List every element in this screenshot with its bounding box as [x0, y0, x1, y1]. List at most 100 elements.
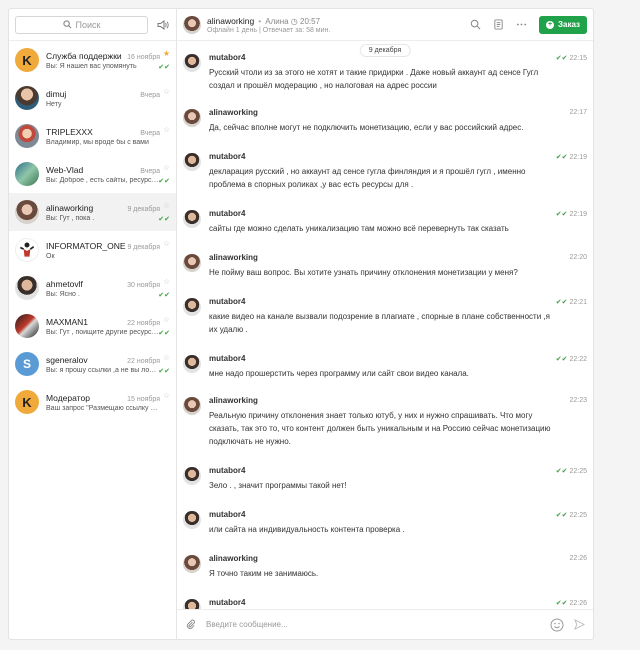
search-input[interactable]: Поиск [15, 15, 148, 34]
message-timestamp: 22:25 [569, 512, 587, 519]
message-author: alinaworking [209, 108, 258, 117]
message-author: mutabor4 [209, 53, 246, 62]
message-item: alinaworking Реальную причину отклонения … [177, 392, 593, 448]
search-icon[interactable] [470, 19, 481, 30]
contact-date: Вчера [140, 167, 160, 175]
message-timestamp: 22:17 [569, 109, 587, 116]
contact-item[interactable]: K Служба поддержки 16 ноября Вы: Я нашел в… [9, 41, 176, 79]
star-icon[interactable]: ☆ [163, 277, 170, 286]
star-icon[interactable]: ☆ [163, 239, 170, 248]
contact-date: Вчера [140, 129, 160, 137]
star-icon[interactable]: ☆ [163, 353, 170, 362]
contact-item[interactable]: K Модератор 15 ноября Ваш запрос "Размещаю… [9, 383, 176, 421]
chat-partner-info: alinaworking • Алина ◷ 20:57 Офлайн 1 день… [207, 15, 331, 34]
contact-name: MAXMAN1 [46, 316, 89, 327]
message-timestamp: 22:23 [569, 397, 587, 404]
contact-item[interactable]: TRIPLEXXX Вчера Владимир, мы вроде бы с ва… [9, 117, 176, 155]
send-icon[interactable] [574, 619, 585, 630]
avatar: S [15, 352, 39, 376]
contact-name: Модератор [46, 392, 90, 403]
contact-preview: Ок [46, 252, 55, 260]
contact-date: 30 ноября [127, 281, 160, 289]
contact-preview: Нету [46, 100, 62, 108]
message-author: mutabor4 [209, 209, 246, 218]
contact-item[interactable]: dimuj Вчера Нету ☆ [9, 79, 176, 117]
notes-icon[interactable] [493, 19, 504, 30]
message-author: alinaworking [209, 554, 258, 563]
message-text: мне надо прошерстить через программу или… [209, 369, 469, 378]
contact-name: Служба поддержки [46, 50, 122, 61]
message-time: ✔✔ 22:22 [556, 355, 587, 363]
star-icon[interactable]: ☆ [163, 315, 170, 324]
avatar [183, 355, 201, 373]
avatar [183, 254, 201, 272]
contact-item[interactable]: INFORMATOR_ONE 9 декабря Ок ☆ [9, 231, 176, 269]
partner-alias: Алина [265, 16, 289, 26]
contact-date: 9 декабря [127, 205, 160, 213]
order-button[interactable]: + Заказ [539, 15, 587, 34]
double-check-icon: ✔✔ [555, 211, 568, 218]
star-icon[interactable]: ☆ [163, 125, 170, 134]
contact-item[interactable]: S sgeneralov 22 ноября Вы: я прошу ссылки … [9, 345, 176, 383]
star-icon[interactable]: ☆ [163, 163, 170, 172]
double-check-icon: ✔✔ [555, 512, 568, 519]
avatar [183, 153, 201, 171]
header-actions: + Заказ [470, 15, 587, 34]
attach-icon[interactable] [185, 619, 196, 630]
double-check-icon: ✔✔ [555, 299, 568, 306]
sound-toggle-icon[interactable] [157, 19, 169, 31]
search-placeholder: Поиск [75, 19, 101, 30]
avatar[interactable] [183, 15, 201, 34]
message-item: mutabor4 декларация русский , но аккаунт … [177, 148, 593, 191]
contact-name: Web-Vlad [46, 164, 84, 175]
message-text: Я точно таким не занимаюсь. [209, 569, 319, 578]
avatar [183, 555, 201, 573]
avatar [183, 511, 201, 529]
double-check-icon: ✔✔ [555, 356, 568, 363]
star-icon[interactable]: ☆ [163, 391, 170, 400]
contact-preview: Вы: Гут , поищите другие ресурс… [46, 328, 159, 336]
star-icon[interactable]: ☆ [163, 201, 170, 210]
message-timestamp: 22:22 [569, 356, 587, 363]
contact-preview: Ваш запрос "Размещаю ссылку … [46, 404, 158, 412]
message-author: mutabor4 [209, 510, 246, 519]
clock-icon: ◷ [288, 16, 301, 26]
avatar [183, 298, 201, 316]
avatar [15, 238, 39, 262]
contact-name: alinaworking [46, 202, 94, 213]
chat-header: alinaworking • Алина ◷ 20:57 Офлайн 1 день… [177, 9, 593, 41]
message-timestamp: 22:26 [569, 600, 587, 607]
double-check-icon: ✔✔ [555, 468, 568, 475]
message-timestamp: 22:15 [569, 55, 587, 62]
conversations-sidebar: Поиск K Служба поддержки 16 ноября Вы: Я н… [9, 9, 177, 639]
star-icon[interactable]: ★ [163, 49, 170, 58]
star-icon[interactable]: ☆ [163, 87, 170, 96]
contact-item[interactable]: MAXMAN1 22 ноября Вы: Гут , поищите другие… [9, 307, 176, 345]
emoji-icon[interactable] [550, 618, 564, 632]
double-check-icon: ✔✔ [158, 292, 170, 299]
avatar [15, 314, 39, 338]
contact-item[interactable]: ahmetovlf 30 ноября Вы: Ясно . ☆ ✔✔ [9, 269, 176, 307]
contact-preview: Вы: Гут , пока . [46, 214, 95, 222]
message-input[interactable] [206, 620, 550, 629]
partner-username[interactable]: alinaworking [207, 16, 254, 26]
message-item: mutabor4 или сайта на индивидуальность ко… [177, 506, 593, 536]
avatar [183, 54, 201, 72]
message-item: alinaworking Не пойму ваш вопрос. Вы хоти… [177, 249, 593, 279]
contact-item-active[interactable]: alinaworking 9 декабря Вы: Гут , пока . ☆ ✔… [9, 193, 176, 231]
contact-name: sgeneralov [46, 354, 88, 365]
avatar [183, 599, 201, 609]
avatar [15, 276, 39, 300]
double-check-icon: ✔✔ [158, 330, 170, 337]
chat-panel: alinaworking • Алина ◷ 20:57 Офлайн 1 день… [177, 9, 593, 639]
more-icon[interactable] [516, 19, 527, 30]
contact-preview: Вы: Доброе , есть сайты, ресурс… [46, 176, 159, 184]
message-timestamp: 22:19 [569, 154, 587, 161]
message-timestamp: 22:25 [569, 468, 587, 475]
partner-status: Офлайн 1 день | Отвечает за: 58 мин. [207, 26, 331, 34]
avatar [15, 124, 39, 148]
contact-preview: Вы: Я нашел вас упомянуть [46, 62, 137, 70]
double-check-icon: ✔✔ [158, 64, 170, 71]
message-text: или сайта на индивидуальность контента п… [209, 525, 405, 534]
contact-item[interactable]: Web-Vlad Вчера Вы: Доброе , есть сайты, ре… [9, 155, 176, 193]
